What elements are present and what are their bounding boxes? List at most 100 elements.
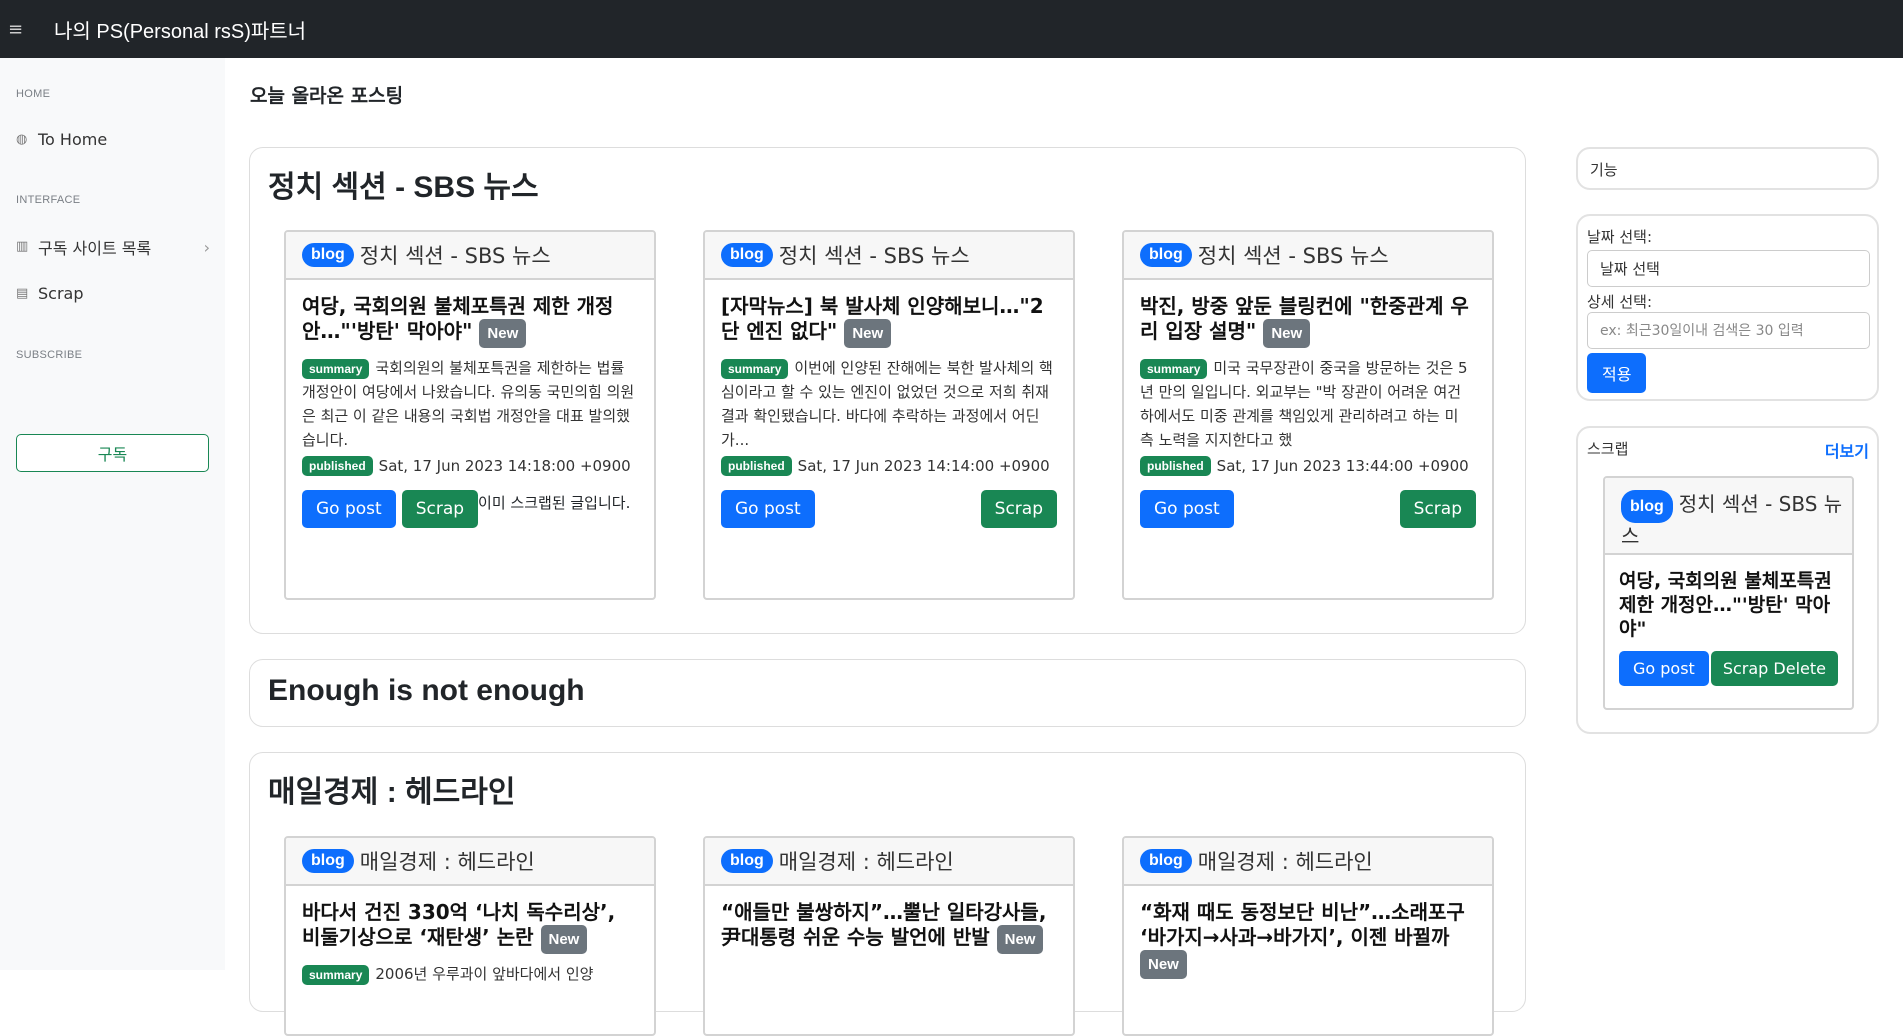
post-card: blog 매일경제 : 헤드라인 “애들만 불쌍하지”…뿔난 일타강사들, 尹대통… bbox=[703, 836, 1075, 1036]
post-card: blog 정치 섹션 - SBS 뉴스 여당, 국회의원 불체포특권 제한 개정안… bbox=[284, 230, 656, 600]
sidebar-item-label: To Home bbox=[38, 130, 108, 149]
book-icon: ▤ bbox=[16, 285, 29, 301]
summary-badge: summary bbox=[302, 965, 370, 985]
detail-input[interactable] bbox=[1587, 312, 1870, 349]
blog-badge: blog bbox=[721, 243, 773, 267]
published-date: Sat, 17 Jun 2023 14:14:00 +0900 bbox=[797, 457, 1050, 475]
app-title[interactable]: 나의 PS(Personal rsS)파트너 bbox=[54, 15, 306, 44]
blog-badge: blog bbox=[1140, 243, 1192, 267]
post-title: “화재 때도 동정보단 비난”…소래포구 ‘바가지→사과→바가지’, 이젠 바뀔… bbox=[1140, 900, 1476, 979]
scrap-button[interactable]: Scrap bbox=[1399, 490, 1476, 528]
card-header: blog 정치 섹션 - SBS 뉴스 bbox=[1124, 232, 1492, 280]
card-source: 매일경제 : 헤드라인 bbox=[1197, 850, 1373, 874]
go-post-button[interactable]: Go post bbox=[302, 490, 396, 528]
post-card: blog 정치 섹션 - SBS 뉴스 박진, 방중 앞둔 블링컨에 "한중관계 … bbox=[1122, 230, 1494, 600]
scrap-panel-title: 스크랩 bbox=[1587, 440, 1629, 458]
scrap-card: blog 정치 섹션 - SBS 뉴스 여당, 국회의원 불체포특권 제한 개정안… bbox=[1603, 476, 1854, 710]
card-header: blog 매일경제 : 헤드라인 bbox=[286, 838, 654, 886]
section-title: 매일경제 : 헤드라인 bbox=[268, 776, 516, 809]
card-header: blog 매일경제 : 헤드라인 bbox=[1124, 838, 1492, 886]
chevron-right-icon: › bbox=[203, 237, 210, 257]
summary-badge: summary bbox=[721, 359, 789, 379]
published-badge: published bbox=[302, 456, 373, 476]
post-title-text: “화재 때도 동정보단 비난”…소래포구 ‘바가지→사과→바가지’, 이젠 바뀔… bbox=[1140, 900, 1465, 949]
published-row: published Sat, 17 Jun 2023 14:18:00 +0900 bbox=[302, 456, 638, 476]
post-summary: summary 이번에 인양된 잔해에는 북한 발사체의 핵심이라고 할 수 있는… bbox=[721, 356, 1057, 452]
card-source: 정치 섹션 - SBS 뉴스 bbox=[359, 244, 551, 268]
page-title: 오늘 올라온 포스팅 bbox=[250, 85, 404, 107]
published-badge: published bbox=[721, 456, 792, 476]
scrap-button[interactable]: Scrap bbox=[980, 490, 1057, 528]
card-source: 매일경제 : 헤드라인 bbox=[359, 850, 535, 874]
sidebar-item-scrap[interactable]: ▤ Scrap bbox=[16, 284, 210, 303]
more-link[interactable]: 더보기 bbox=[1825, 438, 1869, 462]
new-badge: New bbox=[996, 925, 1044, 954]
date-filter-panel: 날짜 선택: 날짜 선택 상세 선택: 적용 bbox=[1576, 214, 1879, 401]
new-badge: New bbox=[540, 925, 588, 954]
top-navbar: ≡ 나의 PS(Personal rsS)파트너 bbox=[0, 0, 1903, 58]
go-post-button[interactable]: Go post bbox=[1619, 651, 1709, 686]
sidebar-item-label: 구독 사이트 목록 bbox=[38, 239, 152, 258]
apply-button[interactable]: 적용 bbox=[1587, 353, 1647, 393]
detail-label: 상세 선택: bbox=[1587, 293, 1653, 311]
go-post-button[interactable]: Go post bbox=[721, 490, 815, 528]
card-source: 정치 섹션 - SBS 뉴스 bbox=[778, 244, 970, 268]
post-card: blog 매일경제 : 헤드라인 “화재 때도 동정보단 비난”…소래포구 ‘바가… bbox=[1122, 836, 1494, 1036]
summary-text: 2006년 우루과이 앞바다에서 인양 bbox=[375, 965, 594, 983]
card-header: blog 정치 섹션 - SBS 뉴스 bbox=[1605, 478, 1852, 555]
scrap-panel: 스크랩 더보기 blog 정치 섹션 - SBS 뉴스 여당, 국회의원 불체포특… bbox=[1576, 426, 1879, 734]
feed-section: 매일경제 : 헤드라인 blog 매일경제 : 헤드라인 바다서 건진 330억 … bbox=[249, 752, 1526, 1036]
new-badge: New bbox=[479, 319, 527, 348]
blog-badge: blog bbox=[721, 849, 773, 873]
post-title: “애들만 불쌍하지”…뿔난 일타강사들, 尹대통령 쉬운 수능 발언에 반발 N… bbox=[721, 900, 1057, 954]
card-source: 매일경제 : 헤드라인 bbox=[778, 850, 954, 874]
blog-badge: blog bbox=[302, 849, 354, 873]
feed-section: 정치 섹션 - SBS 뉴스 blog 정치 섹션 - SBS 뉴스 여당, 국회… bbox=[249, 147, 1526, 634]
blog-badge: blog bbox=[1621, 490, 1673, 523]
sidebar-heading-home: HOME bbox=[16, 88, 51, 100]
new-badge: New bbox=[1263, 319, 1311, 348]
section-title: 정치 섹션 - SBS 뉴스 bbox=[268, 171, 539, 204]
sidebar-item-subscriptions[interactable]: ▥ 구독 사이트 목록 › bbox=[16, 235, 210, 259]
new-badge: New bbox=[1140, 950, 1187, 979]
feed-section: Enough is not enough bbox=[249, 659, 1526, 727]
function-label: 기능 bbox=[1590, 161, 1618, 179]
post-summary: summary 미국 국무장관이 중국을 방문하는 것은 5년 만의 일입니다. … bbox=[1140, 356, 1476, 452]
go-post-button[interactable]: Go post bbox=[1140, 490, 1234, 528]
already-scrapped-note: 이미 스크랩된 글입니다. bbox=[478, 494, 631, 512]
post-summary: summary 2006년 우루과이 앞바다에서 인양 bbox=[302, 962, 638, 1034]
card-source: 정치 섹션 - SBS 뉴스 bbox=[1197, 244, 1389, 268]
post-title-text: 여당, 국회의원 불체포특권 제한 개정안…"'방탄' 막아야" bbox=[302, 294, 614, 343]
date-label: 날짜 선택: bbox=[1587, 228, 1653, 246]
post-title: 여당, 국회의원 불체포특권 제한 개정안…"'방탄' 막아야" bbox=[1619, 570, 1832, 640]
published-badge: published bbox=[1140, 456, 1211, 476]
columns-icon: ▥ bbox=[16, 239, 29, 254]
dashboard-icon: ◍ bbox=[16, 131, 28, 147]
post-card: blog 매일경제 : 헤드라인 바다서 건진 330억 ‘나치 독수리상’, 비… bbox=[284, 836, 656, 1036]
function-panel: 기능 bbox=[1576, 147, 1879, 190]
sidebar: HOME ◍ To Home INTERFACE ▥ 구독 사이트 목록 › ▤… bbox=[0, 58, 225, 970]
menu-toggle-icon[interactable]: ≡ bbox=[8, 19, 30, 40]
sidebar-item-home[interactable]: ◍ To Home bbox=[16, 130, 210, 149]
post-title: [자막뉴스] 북 발사체 인양해보니…"2단 엔진 없다" New bbox=[721, 294, 1057, 348]
subscribe-button[interactable]: 구독 bbox=[16, 434, 209, 472]
post-title: 여당, 국회의원 불체포특권 제한 개정안…"'방탄' 막아야" New bbox=[302, 294, 638, 348]
summary-badge: summary bbox=[1140, 359, 1208, 379]
card-header: blog 정치 섹션 - SBS 뉴스 bbox=[705, 232, 1073, 280]
new-badge: New bbox=[844, 319, 892, 348]
post-title: 박진, 방중 앞둔 블링컨에 "한중관계 우리 입장 설명" New bbox=[1140, 294, 1476, 348]
published-row: published Sat, 17 Jun 2023 13:44:00 +0900 bbox=[1140, 456, 1476, 476]
date-select-input[interactable]: 날짜 선택 bbox=[1587, 250, 1870, 287]
post-summary: summary 국회의원의 불체포특권을 제한하는 법률 개정안이 여당에서 나왔… bbox=[302, 356, 638, 452]
sidebar-heading-subscribe: SUBSCRIBE bbox=[16, 349, 83, 361]
blog-badge: blog bbox=[302, 243, 354, 267]
post-title: 바다서 건진 330억 ‘나치 독수리상’, 비둘기상으로 ‘재탄생’ 논란 N… bbox=[302, 900, 638, 954]
blog-badge: blog bbox=[1140, 849, 1192, 873]
card-header: blog 정치 섹션 - SBS 뉴스 bbox=[286, 232, 654, 280]
scrap-delete-button[interactable]: Scrap Delete bbox=[1710, 651, 1838, 686]
scrap-button[interactable]: Scrap bbox=[401, 490, 479, 528]
sidebar-heading-interface: INTERFACE bbox=[16, 194, 81, 206]
summary-badge: summary bbox=[302, 359, 370, 379]
card-header: blog 매일경제 : 헤드라인 bbox=[705, 838, 1073, 886]
published-row: published Sat, 17 Jun 2023 14:14:00 +0900 bbox=[721, 456, 1057, 476]
